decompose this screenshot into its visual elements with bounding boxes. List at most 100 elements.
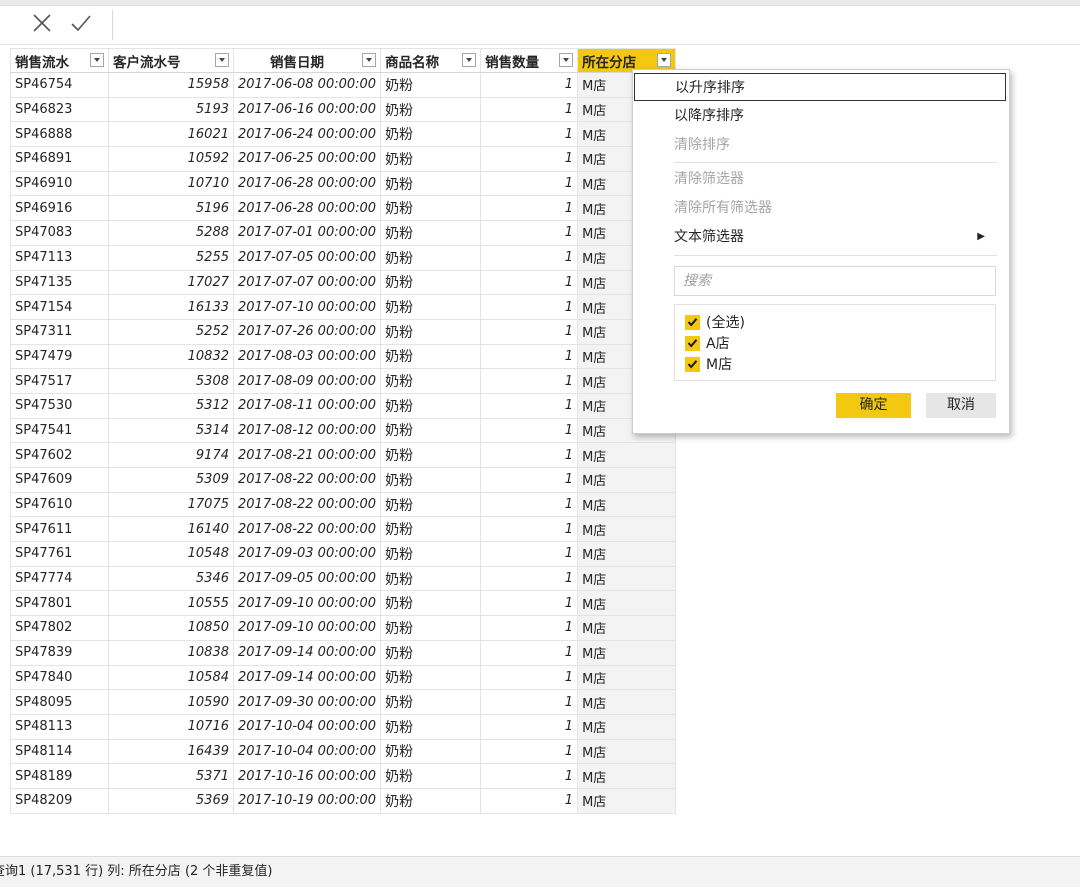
cell-sales-date[interactable]: 2017-06-25 00:00:00 <box>232 146 382 172</box>
cell-quantity[interactable]: 1 <box>480 72 579 98</box>
cell-store[interactable]: M店 <box>577 713 677 740</box>
cell-quantity[interactable]: 1 <box>480 516 579 543</box>
cell-product[interactable]: 奶粉 <box>380 368 482 394</box>
cell-customer-id[interactable]: 15958 <box>108 72 234 98</box>
cell-customer-id[interactable]: 5193 <box>108 96 234 123</box>
cell-sales-id[interactable]: SP47839 <box>10 639 109 666</box>
cell-sales-id[interactable]: SP47774 <box>10 565 109 592</box>
cell-customer-id[interactable]: 10716 <box>108 713 234 740</box>
cell-sales-date[interactable]: 2017-09-03 00:00:00 <box>232 541 382 567</box>
cell-sales-id[interactable]: SP47541 <box>10 417 109 444</box>
cell-customer-id[interactable]: 5312 <box>108 392 234 419</box>
cell-sales-id[interactable]: SP47611 <box>10 516 109 543</box>
cell-customer-id[interactable]: 10555 <box>108 590 234 617</box>
cell-sales-date[interactable]: 2017-07-05 00:00:00 <box>232 244 382 271</box>
cell-quantity[interactable]: 1 <box>480 244 579 271</box>
cell-customer-id[interactable]: 5288 <box>108 220 234 246</box>
option-a-store[interactable]: A店 <box>685 332 730 354</box>
cell-customer-id[interactable]: 5255 <box>108 244 234 271</box>
sort-ascending-item[interactable]: 以升序排序 <box>634 73 1006 101</box>
cell-sales-date[interactable]: 2017-10-19 00:00:00 <box>232 787 382 814</box>
cell-sales-date[interactable]: 2017-09-10 00:00:00 <box>232 590 382 617</box>
cell-customer-id[interactable]: 5308 <box>108 368 234 394</box>
cell-sales-id[interactable]: SP46823 <box>10 96 109 123</box>
cell-product[interactable]: 奶粉 <box>380 467 482 493</box>
column-header[interactable]: 商品名称 <box>380 48 482 73</box>
cell-customer-id[interactable]: 5314 <box>108 417 234 444</box>
cell-customer-id[interactable]: 17075 <box>108 491 234 518</box>
cell-sales-date[interactable]: 2017-09-10 00:00:00 <box>232 615 382 641</box>
cell-sales-date[interactable]: 2017-10-04 00:00:00 <box>232 738 382 765</box>
checkbox-checked-icon[interactable] <box>685 314 700 330</box>
cell-sales-date[interactable]: 2017-07-07 00:00:00 <box>232 269 382 296</box>
cell-customer-id[interactable]: 9174 <box>108 442 234 468</box>
sort-descending-item[interactable]: 以降序排序 <box>633 102 1009 130</box>
cell-product[interactable]: 奶粉 <box>380 738 482 765</box>
cell-customer-id[interactable]: 10710 <box>108 170 234 197</box>
column-header[interactable]: 销售流水 <box>10 48 109 73</box>
cell-customer-id[interactable]: 10850 <box>108 615 234 641</box>
cell-store[interactable]: M店 <box>577 467 677 493</box>
cell-quantity[interactable]: 1 <box>480 541 579 567</box>
cell-sales-id[interactable]: SP47311 <box>10 318 109 345</box>
cell-sales-id[interactable]: SP46888 <box>10 121 109 148</box>
cell-sales-id[interactable]: SP47083 <box>10 220 109 246</box>
cell-customer-id[interactable]: 16439 <box>108 738 234 765</box>
cell-product[interactable]: 奶粉 <box>380 787 482 814</box>
column-header[interactable]: 销售日期 <box>232 48 382 73</box>
cell-quantity[interactable]: 1 <box>480 491 579 518</box>
cancel-button[interactable]: 取消 <box>926 393 996 418</box>
formula-input[interactable] <box>116 10 1076 40</box>
cell-product[interactable]: 奶粉 <box>380 96 482 123</box>
ok-button[interactable]: 确定 <box>836 393 911 418</box>
cell-sales-id[interactable]: SP47479 <box>10 343 109 370</box>
cell-sales-id[interactable]: SP47801 <box>10 590 109 617</box>
cell-sales-date[interactable]: 2017-07-10 00:00:00 <box>232 294 382 320</box>
text-filters-item[interactable]: 文本筛选器 ▶ <box>633 223 1009 251</box>
dropdown-arrow-icon[interactable] <box>462 53 477 67</box>
cell-product[interactable]: 奶粉 <box>380 590 482 617</box>
cell-customer-id[interactable]: 10548 <box>108 541 234 567</box>
cell-store[interactable]: M店 <box>577 738 677 765</box>
checkbox-checked-icon[interactable] <box>685 335 700 351</box>
cell-sales-id[interactable]: SP46754 <box>10 72 109 98</box>
cell-product[interactable]: 奶粉 <box>380 195 482 222</box>
cell-quantity[interactable]: 1 <box>480 689 579 715</box>
cell-sales-date[interactable]: 2017-06-28 00:00:00 <box>232 170 382 197</box>
cell-product[interactable]: 奶粉 <box>380 318 482 345</box>
cell-sales-id[interactable]: SP47840 <box>10 664 109 691</box>
cell-sales-id[interactable]: SP47154 <box>10 294 109 320</box>
cell-sales-date[interactable]: 2017-08-22 00:00:00 <box>232 467 382 493</box>
cell-store[interactable]: M店 <box>577 442 677 468</box>
cell-sales-date[interactable]: 2017-07-01 00:00:00 <box>232 220 382 246</box>
cell-sales-date[interactable]: 2017-06-08 00:00:00 <box>232 72 382 98</box>
cell-sales-id[interactable]: SP47135 <box>10 269 109 296</box>
cell-customer-id[interactable]: 16133 <box>108 294 234 320</box>
option-m-store[interactable]: M店 <box>685 353 732 375</box>
cell-product[interactable]: 奶粉 <box>380 541 482 567</box>
cell-product[interactable]: 奶粉 <box>380 639 482 666</box>
cell-product[interactable]: 奶粉 <box>380 689 482 715</box>
cell-product[interactable]: 奶粉 <box>380 244 482 271</box>
column-header[interactable]: 销售数量 <box>480 48 579 73</box>
cell-sales-id[interactable]: SP48189 <box>10 763 109 789</box>
cell-customer-id[interactable]: 10832 <box>108 343 234 370</box>
cell-customer-id[interactable]: 10592 <box>108 146 234 172</box>
cell-customer-id[interactable]: 16140 <box>108 516 234 543</box>
cell-customer-id[interactable]: 5309 <box>108 467 234 493</box>
cell-quantity[interactable]: 1 <box>480 565 579 592</box>
cell-quantity[interactable]: 1 <box>480 318 579 345</box>
cell-quantity[interactable]: 1 <box>480 417 579 444</box>
cell-customer-id[interactable]: 10838 <box>108 639 234 666</box>
cell-product[interactable]: 奶粉 <box>380 516 482 543</box>
cell-sales-date[interactable]: 2017-07-26 00:00:00 <box>232 318 382 345</box>
cell-sales-date[interactable]: 2017-09-14 00:00:00 <box>232 639 382 666</box>
cell-store[interactable]: M店 <box>577 541 677 567</box>
cell-sales-id[interactable]: SP48113 <box>10 713 109 740</box>
cell-product[interactable]: 奶粉 <box>380 417 482 444</box>
cell-sales-date[interactable]: 2017-09-05 00:00:00 <box>232 565 382 592</box>
cell-store[interactable]: M店 <box>577 639 677 666</box>
cell-sales-date[interactable]: 2017-09-14 00:00:00 <box>232 664 382 691</box>
cell-sales-date[interactable]: 2017-06-28 00:00:00 <box>232 195 382 222</box>
cell-quantity[interactable]: 1 <box>480 146 579 172</box>
